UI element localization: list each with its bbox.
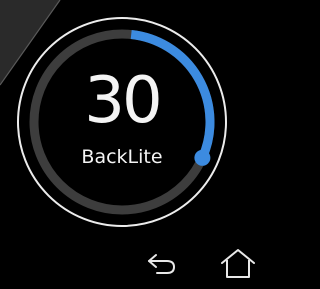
home-button[interactable]	[218, 246, 258, 280]
back-arrow-icon	[148, 254, 176, 274]
backlight-screen: 30 BackLite	[0, 0, 261, 289]
back-button[interactable]	[142, 246, 182, 280]
backlight-value: 30	[84, 64, 162, 138]
backlight-label: BackLite	[81, 146, 163, 168]
home-icon	[221, 249, 255, 278]
